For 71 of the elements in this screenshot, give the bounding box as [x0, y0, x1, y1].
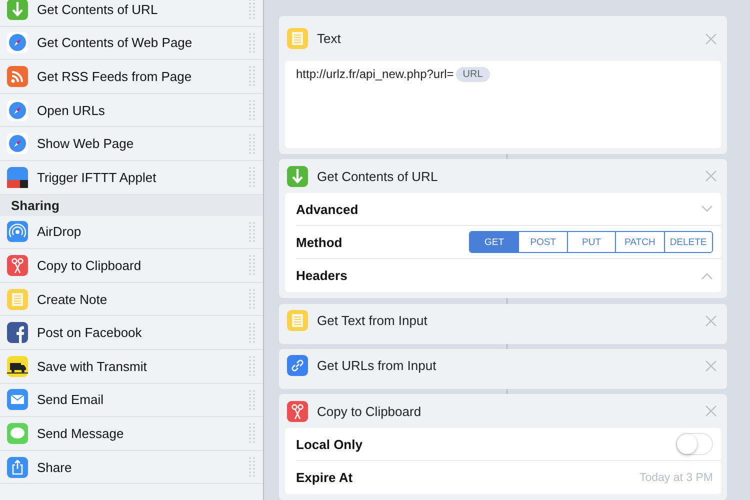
action-item[interactable]: AirDrop [37, 224, 240, 240]
close-icon[interactable] [705, 32, 717, 44]
action-item[interactable]: Open URLs [37, 102, 240, 118]
url-variable-token[interactable]: URL [456, 67, 490, 82]
applet-icon [7, 166, 28, 188]
action-item[interactable]: Get Contents of Web Page [37, 35, 240, 50]
drag-handle-icon[interactable] [249, 422, 255, 444]
action-item[interactable]: Get RSS Feeds from Page [37, 68, 240, 84]
method-option[interactable]: GET [470, 232, 518, 252]
action-item[interactable]: Send Email [37, 392, 240, 408]
parameter-label: Local Only [296, 436, 364, 452]
scissors-icon [287, 400, 308, 422]
chevron-up-icon[interactable] [701, 272, 713, 280]
note-icon [287, 28, 308, 49]
drag-handle-icon[interactable] [249, 99, 255, 122]
text-field[interactable]: http://urlz.fr/api_new.php?url= URL [285, 61, 721, 148]
drag-handle-icon[interactable] [249, 132, 255, 155]
drag-handle-icon[interactable] [249, 254, 255, 276]
download-icon [287, 166, 308, 187]
airdrop-icon [7, 221, 28, 242]
drag-handle-icon[interactable] [249, 220, 255, 243]
action-title: Get URLs from Input [317, 358, 438, 374]
toggle-switch[interactable] [676, 433, 713, 455]
action-item[interactable]: Share [37, 460, 240, 475]
drag-handle-icon[interactable] [249, 166, 255, 188]
facebook-icon [7, 322, 28, 344]
share-icon [7, 456, 28, 478]
action-title: Copy to Clipboard [317, 404, 422, 418]
drag-handle-icon[interactable] [249, 355, 255, 378]
close-icon[interactable] [705, 360, 717, 372]
section-header: Sharing [0, 194, 263, 216]
scissors-icon [7, 254, 28, 276]
message-icon [7, 422, 28, 444]
download-icon [7, 0, 28, 20]
method-option[interactable]: DELETE [664, 232, 712, 252]
compass-icon [7, 32, 28, 54]
compass-icon [7, 100, 28, 121]
parameter-label: Method [296, 234, 344, 250]
action-item[interactable]: Save with Transmit [37, 358, 240, 374]
drag-handle-icon[interactable] [249, 0, 255, 20]
mail-icon [7, 389, 28, 410]
parameter-label: Advanced [296, 202, 360, 217]
action-item[interactable]: Trigger IFTTT Applet [37, 170, 240, 185]
close-icon[interactable] [705, 314, 717, 326]
action-item[interactable]: Get Contents of URL [37, 2, 240, 17]
drag-handle-icon[interactable] [249, 456, 255, 478]
parameter-label: Expire At [296, 470, 354, 485]
action-item[interactable]: Create Note [37, 292, 240, 307]
action-item[interactable]: Post on Facebook [37, 325, 240, 340]
action-title: Text [317, 31, 342, 46]
note-icon [7, 288, 28, 310]
action-title: Get Text from Input [317, 313, 428, 328]
drag-handle-icon[interactable] [249, 288, 255, 310]
drag-handle-icon[interactable] [249, 388, 255, 411]
close-icon[interactable] [705, 405, 717, 417]
note-icon [287, 310, 308, 331]
drag-handle-icon[interactable] [249, 65, 255, 88]
action-item[interactable]: Copy to Clipboard [37, 258, 240, 273]
close-icon[interactable] [705, 170, 717, 182]
link-icon [287, 355, 308, 376]
truck-icon [7, 356, 28, 377]
drag-handle-icon[interactable] [249, 32, 255, 54]
compass-icon [7, 133, 28, 154]
action-title: Get Contents of URL [317, 168, 439, 184]
parameter-label: Headers [296, 268, 348, 284]
action-item[interactable]: Send Message [37, 426, 240, 441]
action-item[interactable]: Show Web Page [37, 136, 240, 152]
rss-icon [7, 66, 28, 87]
chevron-down-icon[interactable] [701, 205, 713, 214]
drag-handle-icon[interactable] [249, 322, 255, 344]
text-value: http://urlz.fr/api_new.php?url= [296, 67, 454, 81]
